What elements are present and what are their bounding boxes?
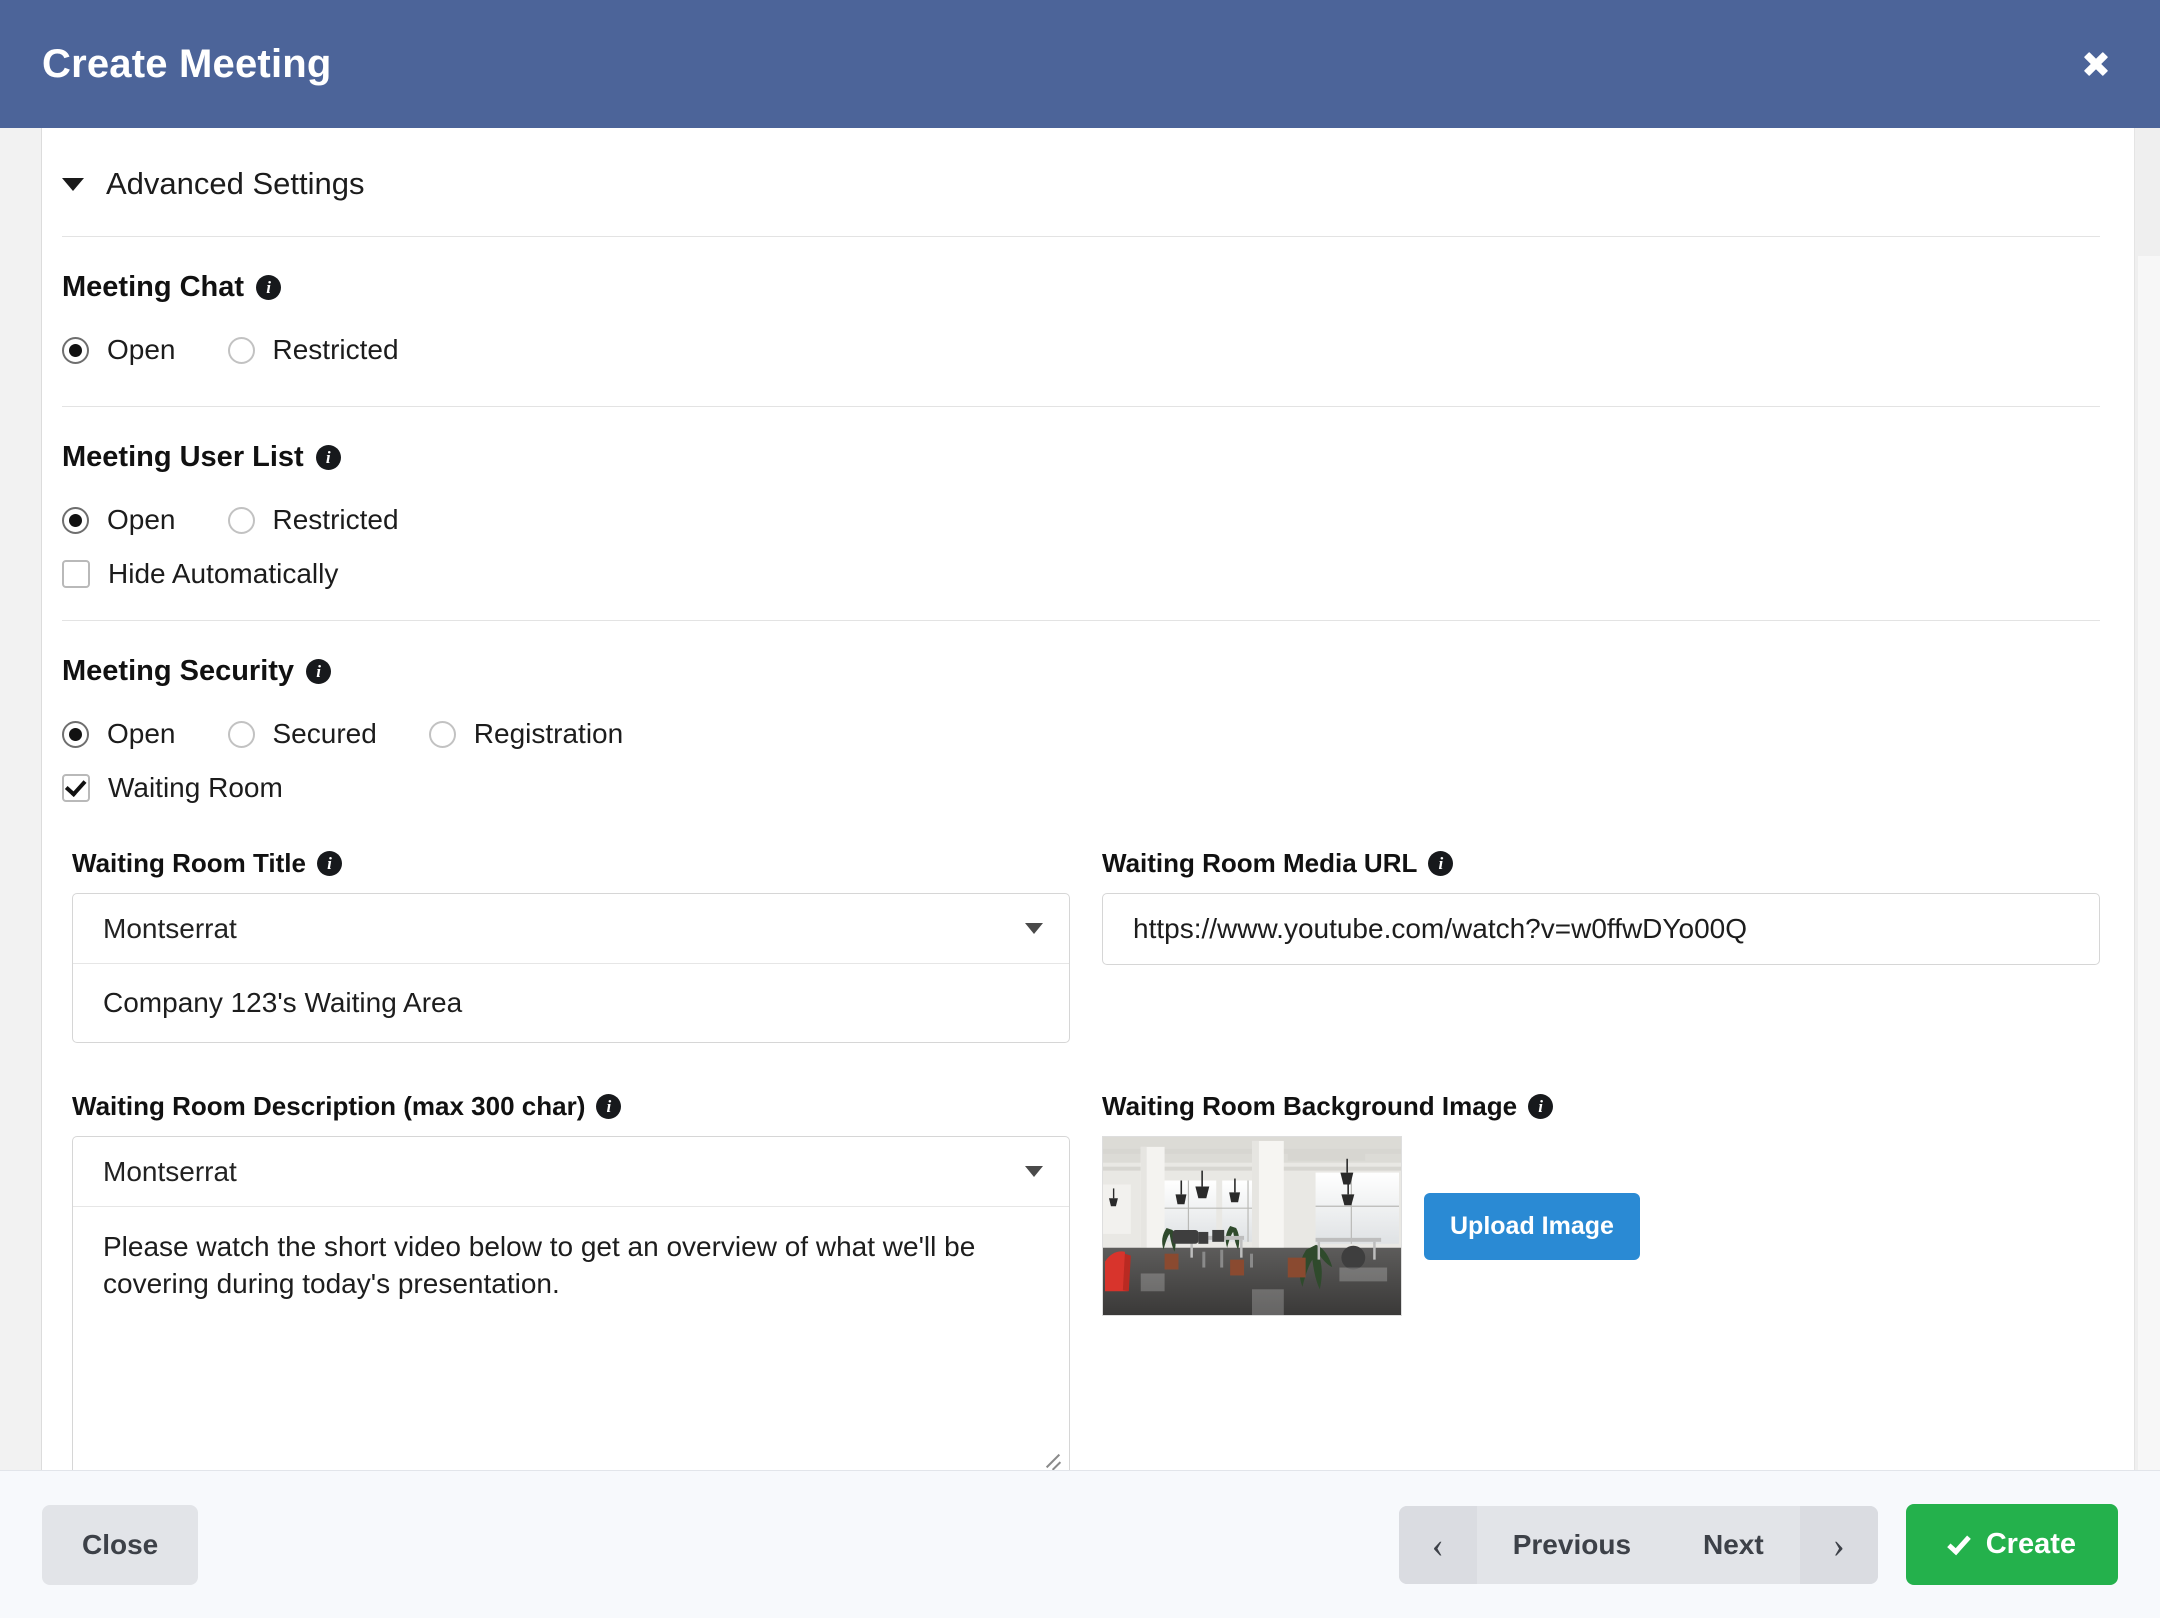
meeting-security-title: Meeting Security — [62, 655, 295, 687]
waiting-room-title-input[interactable]: Company 123's Waiting Area — [73, 964, 1069, 1042]
radio-indicator — [227, 336, 255, 364]
waiting-room-title-font-select[interactable]: Montserrat — [73, 894, 1069, 964]
page-title: Create Meeting — [42, 41, 332, 86]
previous-arrow-icon[interactable]: ‹ — [1398, 1505, 1477, 1584]
radio-indicator — [62, 336, 89, 364]
checkbox-label: Hide Automatically — [108, 558, 339, 589]
advanced-settings-toggle[interactable]: Advanced Settings — [52, 128, 2100, 236]
radio-label: Registration — [473, 718, 624, 749]
step-pager: ‹ Previous Next › — [1398, 1505, 1878, 1584]
window-scrollbar-track[interactable] — [2138, 256, 2160, 1470]
waiting-room-background-image-label-row: Waiting Room Background Image i — [1102, 1091, 2100, 1122]
caret-down-icon — [62, 177, 84, 191]
meeting-user-list-title: Meeting User List — [62, 441, 304, 473]
modal-body: Advanced Settings Meeting Chat i Open Re… — [0, 128, 2160, 1470]
radio-label: Open — [107, 334, 176, 365]
waiting-room-title-col: Waiting Room Title i Montserrat Company … — [72, 830, 1070, 1043]
waiting-room-media-url-label-row: Waiting Room Media URL i — [1102, 848, 2100, 879]
radio-security-secured[interactable]: Secured — [227, 718, 377, 750]
radio-indicator — [62, 720, 89, 748]
info-icon[interactable]: i — [317, 851, 342, 876]
previous-button[interactable]: Previous — [1476, 1505, 1668, 1584]
section-meeting-security: Meeting Security i Open Secured Registra… — [52, 621, 2100, 1470]
meeting-chat-heading: Meeting Chat i — [62, 271, 2100, 304]
waiting-room-media-url-input[interactable]: https://www.youtube.com/watch?v=w0ffwDYo… — [1102, 893, 2100, 965]
checkbox-waiting-room[interactable]: Waiting Room — [62, 772, 2100, 804]
waiting-room-title-label: Waiting Room Title — [72, 848, 306, 878]
next-arrow-icon[interactable]: › — [1799, 1505, 1878, 1584]
radio-label: Open — [107, 718, 176, 749]
resize-handle-icon[interactable] — [1041, 1446, 1063, 1470]
info-icon[interactable]: i — [596, 1094, 622, 1119]
info-icon[interactable]: i — [1428, 851, 1454, 876]
radio-security-open[interactable]: Open — [62, 718, 176, 750]
radio-indicator — [227, 506, 255, 534]
meeting-security-heading: Meeting Security i — [62, 655, 2100, 688]
waiting-room-description-col: Waiting Room Description (max 300 char) … — [72, 1073, 1070, 1470]
close-icon[interactable] — [2068, 36, 2124, 92]
radio-meeting-chat-open[interactable]: Open — [62, 334, 176, 366]
checkbox-hide-automatically[interactable]: Hide Automatically — [62, 558, 2100, 590]
left-gutter — [0, 128, 42, 1470]
waiting-room-description-label: Waiting Room Description (max 300 char) — [72, 1091, 586, 1121]
create-meeting-modal: Create Meeting Advanced Settings Meeting… — [0, 0, 2160, 1618]
meeting-security-radio-group: Open Secured Registration — [62, 718, 2100, 750]
waiting-room-media-url-col: Waiting Room Media URL i https://www.you… — [1102, 830, 2100, 1043]
waiting-room-description-text: Please watch the short video below to ge… — [103, 1231, 976, 1299]
waiting-room-row-1: Waiting Room Title i Montserrat Company … — [62, 830, 2100, 1043]
radio-meeting-chat-restricted[interactable]: Restricted — [227, 334, 399, 366]
waiting-room-title-label-row: Waiting Room Title i — [72, 848, 1070, 879]
next-button[interactable]: Next — [1667, 1505, 1800, 1584]
waiting-room-description-font-select[interactable]: Montserrat — [73, 1137, 1069, 1207]
modal-footer: Close ‹ Previous Next › Create — [0, 1470, 2160, 1618]
checkbox-label: Waiting Room — [108, 772, 283, 803]
meeting-chat-radio-group: Open Restricted — [62, 334, 2100, 366]
radio-security-registration[interactable]: Registration — [428, 718, 624, 750]
radio-label: Open — [107, 504, 176, 535]
checkbox-indicator — [62, 560, 90, 588]
selected-font: Montserrat — [103, 912, 237, 944]
radio-label: Restricted — [272, 504, 399, 535]
info-icon[interactable]: i — [306, 659, 332, 684]
info-icon[interactable]: i — [1528, 1094, 1554, 1119]
checkbox-indicator — [62, 774, 90, 802]
radio-user-list-open[interactable]: Open — [62, 504, 176, 536]
radio-label: Secured — [272, 718, 377, 749]
info-icon[interactable]: i — [315, 445, 341, 470]
settings-scroll-area[interactable]: Advanced Settings Meeting Chat i Open Re… — [42, 128, 2160, 1470]
meeting-user-list-heading: Meeting User List i — [62, 441, 2100, 474]
meeting-chat-title: Meeting Chat — [62, 271, 245, 303]
background-image-row: Upload Image — [1102, 1136, 2100, 1316]
create-button-label: Create — [1985, 1528, 2076, 1560]
radio-indicator — [227, 720, 255, 748]
modal-header: Create Meeting — [0, 0, 2160, 128]
chevron-down-icon — [1025, 923, 1043, 934]
waiting-room-title-combo: Montserrat Company 123's Waiting Area — [72, 893, 1070, 1043]
waiting-room-description-textarea[interactable]: Please watch the short video below to ge… — [72, 1207, 1070, 1470]
waiting-room-media-url-label: Waiting Room Media URL — [1102, 848, 1418, 878]
create-button[interactable]: Create — [1905, 1504, 2118, 1585]
selected-font: Montserrat — [103, 1155, 237, 1187]
waiting-room-row-2: Waiting Room Description (max 300 char) … — [62, 1073, 2100, 1470]
meeting-user-list-radio-group: Open Restricted — [62, 504, 2100, 536]
radio-indicator — [62, 506, 89, 534]
check-icon — [1946, 1530, 1971, 1555]
advanced-settings-label: Advanced Settings — [106, 166, 365, 201]
section-meeting-user-list: Meeting User List i Open Restricted Hide… — [52, 407, 2100, 620]
waiting-room-description-combo: Montserrat — [72, 1136, 1070, 1207]
section-meeting-chat: Meeting Chat i Open Restricted — [52, 237, 2100, 406]
footer-actions: ‹ Previous Next › Create — [1398, 1504, 2118, 1585]
radio-user-list-restricted[interactable]: Restricted — [227, 504, 399, 536]
chevron-down-icon — [1025, 1166, 1043, 1177]
waiting-room-background-image-label: Waiting Room Background Image — [1102, 1091, 1518, 1121]
radio-indicator — [428, 720, 456, 748]
info-icon[interactable]: i — [256, 275, 282, 300]
close-button[interactable]: Close — [42, 1504, 199, 1585]
waiting-room-background-image-col: Waiting Room Background Image i Upload I… — [1102, 1073, 2100, 1470]
waiting-room-description-label-row: Waiting Room Description (max 300 char) … — [72, 1091, 1070, 1122]
background-image-thumbnail[interactable] — [1102, 1136, 1402, 1316]
radio-label: Restricted — [272, 334, 399, 365]
upload-image-button[interactable]: Upload Image — [1424, 1192, 1640, 1260]
